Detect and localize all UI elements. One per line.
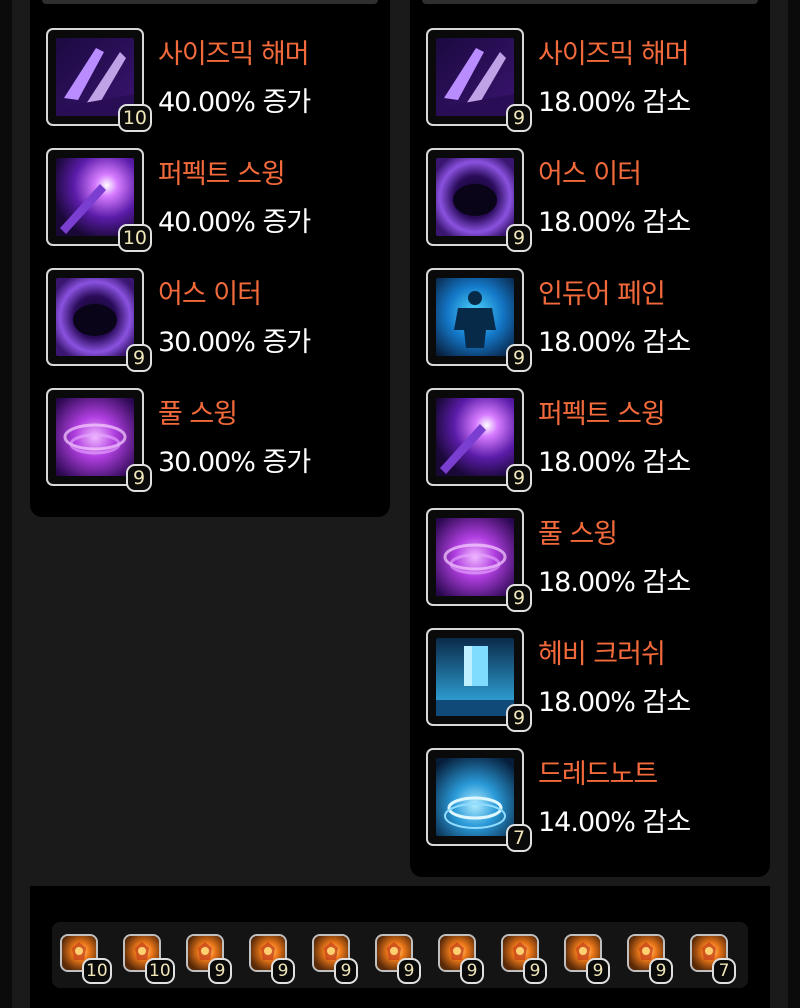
skill-row[interactable]: 9 풀 스윙 18.00% 감소 [426, 508, 766, 612]
gem-slot[interactable]: 9 [627, 934, 673, 984]
earth-eater-icon [56, 278, 134, 356]
skill-value: 30.00% 증가 [158, 447, 311, 478]
skill-name: 헤비 크러쉬 [538, 639, 666, 670]
skill-value: 18.00% 감소 [538, 447, 691, 478]
gem-slot[interactable]: 9 [564, 934, 610, 984]
gem-slot[interactable]: 7 [690, 934, 736, 984]
gem-level-badge: 9 [460, 958, 484, 984]
skill-level-badge: 10 [117, 104, 152, 132]
skill-name: 드레드노트 [538, 759, 658, 790]
full-swing-icon [436, 518, 514, 596]
gem-level-badge: 10 [82, 958, 112, 984]
skill-row[interactable]: 7 드레드노트 14.00% 감소 [426, 748, 766, 852]
skill-icon-frame: 9 [426, 388, 532, 492]
full-swing-icon [56, 398, 134, 476]
skill-level-badge: 10 [117, 224, 152, 252]
skill-level-badge: 9 [506, 104, 532, 132]
skill-level-badge: 9 [126, 344, 152, 372]
heavy-crush-icon [436, 638, 514, 716]
skill-level-badge: 7 [506, 824, 532, 852]
panel-divider [42, 0, 378, 4]
gem-slot[interactable]: 9 [501, 934, 547, 984]
gem-effects-panel-right: 9 사이즈믹 해머 18.00% 감소 9 어스 이터 18.00% 감소 9 … [410, 0, 770, 877]
skill-row[interactable]: 9 헤비 크러쉬 18.00% 감소 [426, 628, 766, 732]
skill-name: 사이즈믹 해머 [538, 39, 690, 70]
skill-icon-frame: 7 [426, 748, 532, 852]
skill-value: 14.00% 감소 [538, 807, 691, 838]
skill-value: 30.00% 증가 [158, 327, 311, 358]
skill-icon-frame: 9 [46, 268, 152, 372]
gem-slot[interactable]: 9 [375, 934, 421, 984]
skill-name: 퍼펙트 스윙 [538, 399, 666, 430]
skill-level-badge: 9 [506, 344, 532, 372]
skill-name: 어스 이터 [538, 159, 642, 190]
skill-row[interactable]: 9 어스 이터 18.00% 감소 [426, 148, 766, 252]
skill-name: 어스 이터 [158, 279, 262, 310]
gem-level-badge: 7 [712, 958, 736, 984]
gem-list-area: 10 10 9 9 9 9 9 9 9 9 7 [30, 886, 770, 1008]
skill-level-badge: 9 [506, 584, 532, 612]
endure-pain-icon [436, 278, 514, 356]
gem-slot[interactable]: 9 [249, 934, 295, 984]
skill-icon-frame: 9 [426, 628, 532, 732]
skill-row[interactable]: 9 인듀어 페인 18.00% 감소 [426, 268, 766, 372]
seismic-hammer-icon [436, 38, 514, 116]
gem-slot[interactable]: 10 [60, 934, 112, 984]
skill-value: 18.00% 감소 [538, 687, 691, 718]
gem-slot[interactable]: 9 [438, 934, 484, 984]
skill-icon-frame: 9 [426, 28, 532, 132]
gem-slot[interactable]: 9 [186, 934, 232, 984]
skill-value: 40.00% 증가 [158, 207, 311, 238]
gem-level-badge: 9 [271, 958, 295, 984]
skill-row[interactable]: 10 사이즈믹 해머 40.00% 증가 [46, 28, 386, 132]
skill-value: 40.00% 증가 [158, 87, 311, 118]
skill-icon-frame: 9 [426, 148, 532, 252]
skill-row[interactable]: 10 퍼펙트 스윙 40.00% 증가 [46, 148, 386, 252]
gem-level-badge: 9 [334, 958, 358, 984]
skill-icon-frame: 10 [46, 148, 152, 252]
skill-row[interactable]: 9 퍼펙트 스윙 18.00% 감소 [426, 388, 766, 492]
gem-level-badge: 9 [649, 958, 673, 984]
gem-effects-panel-left: 10 사이즈믹 해머 40.00% 증가 10 퍼펙트 스윙 40.00% 증가… [30, 0, 390, 517]
skill-value: 18.00% 감소 [538, 87, 691, 118]
skill-name: 풀 스윙 [158, 399, 238, 430]
gem-level-badge: 9 [208, 958, 232, 984]
skill-value: 18.00% 감소 [538, 207, 691, 238]
gem-level-badge: 10 [145, 958, 175, 984]
perfect-swing-icon [436, 398, 514, 476]
skill-value: 18.00% 감소 [538, 567, 691, 598]
earth-eater-icon [436, 158, 514, 236]
skill-icon-frame: 9 [46, 388, 152, 492]
skill-value: 18.00% 감소 [538, 327, 691, 358]
skill-row[interactable]: 9 풀 스윙 30.00% 증가 [46, 388, 386, 492]
skill-icon-frame: 9 [426, 508, 532, 612]
gem-slot[interactable]: 9 [312, 934, 358, 984]
skill-level-badge: 9 [506, 464, 532, 492]
gem-slot[interactable]: 10 [123, 934, 175, 984]
dreadnought-icon [436, 758, 514, 836]
skill-icon-frame: 9 [426, 268, 532, 372]
gem-level-badge: 9 [586, 958, 610, 984]
skill-level-badge: 9 [506, 704, 532, 732]
skill-name: 인듀어 페인 [538, 279, 666, 310]
gem-strip: 10 10 9 9 9 9 9 9 9 9 7 [52, 922, 748, 988]
skill-row[interactable]: 9 어스 이터 30.00% 증가 [46, 268, 386, 372]
skill-level-badge: 9 [126, 464, 152, 492]
gem-level-badge: 9 [523, 958, 547, 984]
skill-name: 풀 스윙 [538, 519, 618, 550]
gem-level-badge: 9 [397, 958, 421, 984]
panel-divider [422, 0, 758, 4]
skill-level-badge: 9 [506, 224, 532, 252]
skill-row[interactable]: 9 사이즈믹 해머 18.00% 감소 [426, 28, 766, 132]
skill-name: 사이즈믹 해머 [158, 39, 310, 70]
skill-name: 퍼펙트 스윙 [158, 159, 286, 190]
skill-icon-frame: 10 [46, 28, 152, 132]
